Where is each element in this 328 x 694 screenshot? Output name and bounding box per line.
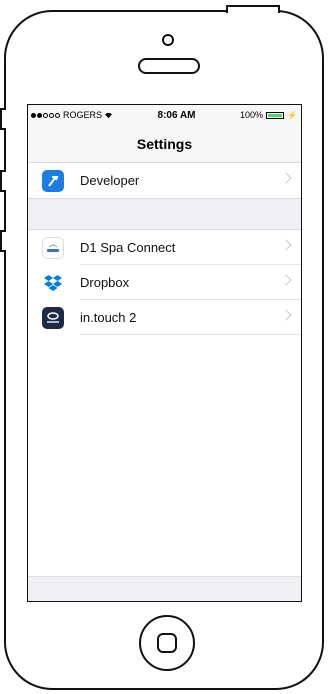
intouch2-app-icon xyxy=(42,306,64,329)
charging-icon: ⚡ xyxy=(287,110,297,120)
status-time: 8:06 AM xyxy=(157,109,196,121)
developer-hammer-icon xyxy=(42,169,64,192)
top-power-button xyxy=(226,5,280,13)
bottom-bar xyxy=(28,576,301,601)
volume-down-button xyxy=(0,230,6,252)
status-bar: ROGERS 8:06 AM 100% ⚡ xyxy=(28,105,301,125)
section-separator xyxy=(28,198,301,230)
carrier-label: ROGERS xyxy=(63,110,103,120)
signal-dots-icon xyxy=(31,110,61,120)
wifi-icon xyxy=(105,112,113,118)
row-label: in.touch 2 xyxy=(80,310,137,325)
settings-row-developer[interactable]: Developer xyxy=(28,163,301,198)
row-label: D1 Spa Connect xyxy=(80,240,176,255)
screen: ROGERS 8:06 AM 100% ⚡ Settings Developer… xyxy=(27,104,302,602)
battery-percent: 100% xyxy=(240,110,264,120)
nav-title: Settings xyxy=(28,125,301,163)
battery-icon xyxy=(266,111,285,119)
status-left: ROGERS xyxy=(31,110,113,120)
settings-row-d1-spa-connect[interactable]: D1 Spa Connect xyxy=(28,230,301,265)
status-right: 100% ⚡ xyxy=(240,110,297,120)
home-square-icon xyxy=(157,633,177,653)
d1-spa-connect-app-icon xyxy=(42,236,64,259)
row-divider xyxy=(80,334,301,335)
settings-row-dropbox[interactable]: Dropbox xyxy=(28,265,301,300)
dropbox-icon xyxy=(42,271,64,294)
front-camera xyxy=(162,34,174,46)
mute-switch xyxy=(0,108,6,130)
volume-up-button xyxy=(0,170,6,192)
earpiece-speaker xyxy=(138,58,200,74)
row-label: Dropbox xyxy=(80,275,130,290)
home-button[interactable] xyxy=(139,615,195,671)
header-area: ROGERS 8:06 AM 100% ⚡ Settings xyxy=(28,105,301,163)
settings-row-intouch2[interactable]: in.touch 2 xyxy=(28,300,301,335)
row-label: Developer xyxy=(80,173,140,188)
